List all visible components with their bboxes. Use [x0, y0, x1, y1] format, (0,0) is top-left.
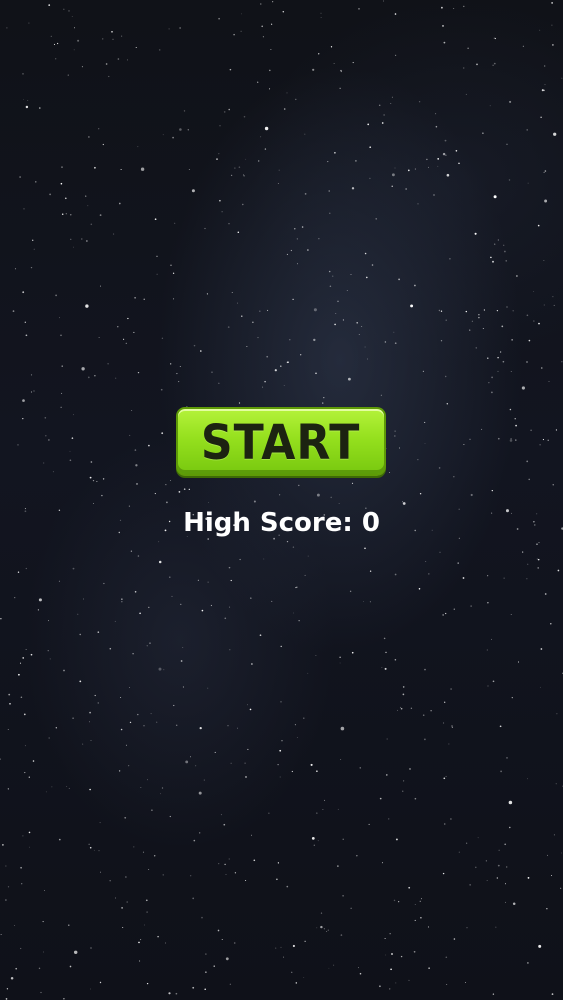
high-score-text: High Score: 0	[183, 508, 380, 538]
start-button-label: START	[201, 414, 361, 471]
start-button[interactable]: START	[176, 407, 386, 476]
game-start-screen: START High Score: 0	[0, 0, 563, 1000]
starfield-background	[0, 0, 563, 1000]
